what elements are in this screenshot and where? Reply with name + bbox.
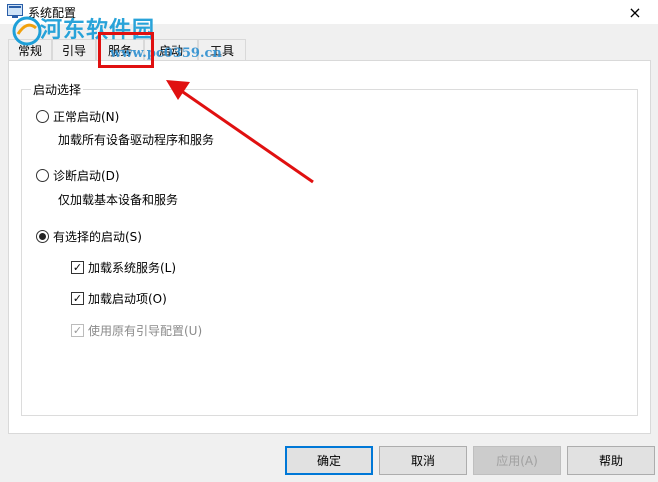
- load-system-services-label: 加载系统服务(L): [88, 260, 177, 275]
- selective-startup-label: 有选择的启动(S): [53, 229, 142, 244]
- load-system-services-checkbox[interactable]: ✓ 加载系统服务(L): [71, 259, 176, 275]
- load-startup-items-checkbox[interactable]: ✓ 加载启动项(O): [71, 290, 167, 306]
- diagnostic-startup-label: 诊断启动(D): [53, 168, 120, 183]
- use-original-boot-config-label: 使用原有引导配置(U): [88, 323, 203, 338]
- checkmark-icon[interactable]: ✓: [71, 291, 84, 305]
- cancel-button[interactable]: 取消: [379, 446, 467, 475]
- radio-button-selected[interactable]: [36, 229, 49, 243]
- cancel-button-label: 取消: [410, 454, 435, 468]
- use-original-boot-config-checkbox: ✓ 使用原有引导配置(U): [71, 322, 202, 338]
- help-button[interactable]: 帮助: [567, 446, 655, 475]
- radio-button[interactable]: [36, 109, 49, 123]
- watermark-logo-icon: [12, 16, 42, 46]
- load-startup-items-label: 加载启动项(O): [88, 291, 167, 306]
- checkmark-icon: ✓: [71, 323, 84, 337]
- normal-startup-label: 正常启动(N): [53, 109, 120, 124]
- ok-button[interactable]: 确定: [285, 446, 373, 475]
- help-button-label: 帮助: [598, 454, 623, 468]
- diagnostic-startup-description: 仅加载基本设备和服务: [58, 193, 179, 207]
- close-button[interactable]: ×: [612, 0, 658, 24]
- radio-button[interactable]: [36, 168, 49, 182]
- apply-button-label: 应用(A): [496, 454, 538, 468]
- selective-startup-radio[interactable]: 有选择的启动(S): [36, 228, 142, 244]
- startup-selection-legend: 启动选择: [31, 81, 84, 98]
- ok-button-label: 确定: [316, 454, 341, 468]
- normal-startup-description: 加载所有设备驱动程序和服务: [58, 133, 215, 147]
- normal-startup-radio[interactable]: 正常启动(N): [36, 108, 119, 124]
- highlight-box-services-tab: [98, 32, 154, 68]
- close-icon: ×: [628, 2, 642, 22]
- apply-button: 应用(A): [473, 446, 561, 475]
- diagnostic-startup-radio[interactable]: 诊断启动(D): [36, 167, 120, 183]
- tab-boot-label: 引导: [61, 43, 86, 58]
- checkmark-icon[interactable]: ✓: [71, 260, 84, 274]
